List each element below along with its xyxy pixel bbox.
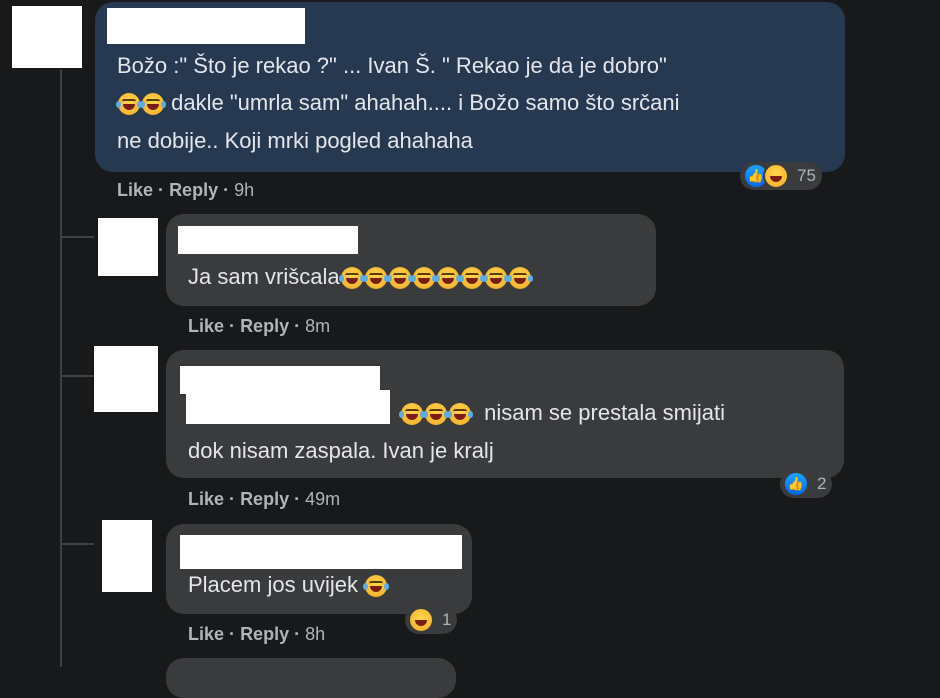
laughing-tears-emoji-icon xyxy=(434,267,461,290)
reply-button[interactable]: Reply xyxy=(240,316,289,336)
comment-text-line: nisam se prestala smijati xyxy=(484,400,725,425)
avatar[interactable] xyxy=(12,6,82,68)
laughing-tears-emoji-icon xyxy=(363,575,390,598)
laughing-tears-emoji-icon xyxy=(482,267,509,290)
reply-button[interactable]: Reply xyxy=(240,489,289,509)
comment-text: dakle "umrla sam" ahahah.... i Božo samo… xyxy=(116,86,680,119)
comment-actions: Like · Reply · 9h xyxy=(117,180,254,201)
reaction-count: 1 xyxy=(442,610,452,629)
thread-line xyxy=(60,70,62,667)
thread-branch xyxy=(60,236,94,238)
laughing-tears-emoji-icon xyxy=(116,93,142,116)
laughing-tears-emoji-icon xyxy=(362,267,389,290)
timestamp[interactable]: 49m xyxy=(305,489,340,509)
redacted-author-name[interactable] xyxy=(107,8,305,44)
like-button[interactable]: Like xyxy=(188,489,224,509)
comment-bubble xyxy=(166,658,456,698)
separator: · xyxy=(294,316,301,336)
comment-text-line: dakle "umrla sam" ahahah.... i Božo samo… xyxy=(171,90,680,115)
redacted-text xyxy=(186,390,390,424)
comment-text: Ja sam vrišcala xyxy=(188,260,533,293)
haha-reaction-icon xyxy=(408,607,434,633)
comment-text: ne dobije.. Koji mrki pogled ahahaha xyxy=(117,128,473,153)
separator: · xyxy=(229,624,236,644)
laughing-tears-emoji-icon xyxy=(447,403,473,426)
timestamp[interactable]: 8h xyxy=(305,624,325,644)
reaction-summary[interactable]: 👍 75 xyxy=(740,162,822,190)
laughing-tears-emoji-icon xyxy=(140,93,166,116)
avatar[interactable] xyxy=(98,218,158,276)
laughing-tears-emoji-icon xyxy=(399,403,425,426)
laughing-tears-emoji-icon xyxy=(458,267,485,290)
laughing-tears-emoji-icon xyxy=(386,267,413,290)
avatar[interactable] xyxy=(94,346,158,412)
reaction-summary[interactable]: 1 xyxy=(405,606,458,634)
avatar[interactable] xyxy=(102,520,152,592)
reply-button[interactable]: Reply xyxy=(169,180,218,200)
comment-text-line: Placem jos uvijek xyxy=(188,572,358,597)
separator: · xyxy=(223,180,230,200)
comment-text: nisam se prestala smijati xyxy=(399,396,725,429)
comment-text: Placem jos uvijek xyxy=(188,568,390,601)
comment-actions: Like · Reply · 8m xyxy=(188,316,330,337)
like-button[interactable]: Like xyxy=(117,180,153,200)
timestamp[interactable]: 9h xyxy=(234,180,254,200)
separator: · xyxy=(229,316,236,336)
thread-branch xyxy=(60,375,94,377)
reaction-count: 75 xyxy=(797,166,816,185)
like-button[interactable]: Like xyxy=(188,316,224,336)
comment-actions: Like · Reply · 49m xyxy=(188,489,340,510)
haha-reaction-icon xyxy=(763,163,789,189)
thread-branch xyxy=(60,543,94,545)
like-button[interactable]: Like xyxy=(188,624,224,644)
separator: · xyxy=(158,180,165,200)
laughing-tears-emoji-icon xyxy=(506,267,533,290)
laughing-tears-emoji-icon xyxy=(410,267,437,290)
reaction-summary[interactable]: 👍 2 xyxy=(780,470,833,498)
comment-text: Božo :" Što je rekao ?" ... Ivan Š. " Re… xyxy=(117,53,667,78)
separator: · xyxy=(229,489,236,509)
comment-actions: Like · Reply · 8h xyxy=(188,624,325,645)
redacted-author-name[interactable] xyxy=(178,226,358,254)
reply-button[interactable]: Reply xyxy=(240,624,289,644)
laughing-tears-emoji-icon xyxy=(423,403,449,426)
redacted-author-name[interactable] xyxy=(180,535,462,569)
comment-text-line: Ja sam vrišcala xyxy=(188,264,340,289)
timestamp[interactable]: 8m xyxy=(305,316,330,336)
laughing-tears-emoji-icon xyxy=(338,267,365,290)
comment-text: dok nisam zaspala. Ivan je kralj xyxy=(188,438,494,463)
separator: · xyxy=(294,624,301,644)
reaction-count: 2 xyxy=(817,474,827,493)
separator: · xyxy=(294,489,301,509)
like-reaction-icon: 👍 xyxy=(783,471,809,497)
